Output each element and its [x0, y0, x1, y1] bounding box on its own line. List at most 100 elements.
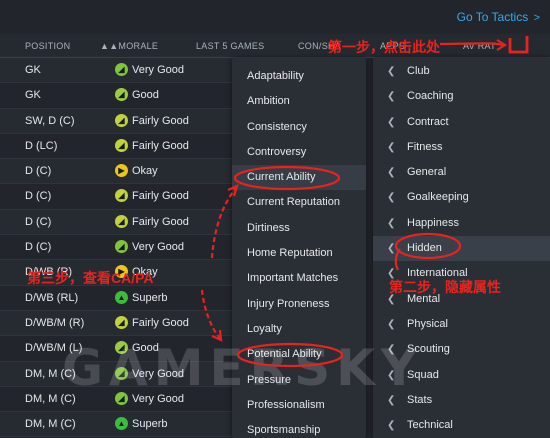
squad-view: Go To Tactics > POSITION ▲▲MORALE LAST 5… — [0, 0, 550, 438]
morale-icon: ◢ — [115, 214, 128, 228]
position-cell: DM, M (C) — [25, 418, 76, 431]
attribute-menu-item-label: Home Reputation — [247, 247, 333, 260]
table-row[interactable]: D/WB (RL) ▲ Superb — [0, 285, 232, 311]
morale-cell: Fairly Good — [132, 114, 189, 127]
table-row[interactable]: DM, M (C) ▲ Superb — [0, 412, 232, 438]
category-menu-item-label: Coaching — [407, 90, 454, 103]
attribute-menu-item[interactable]: Injury Proneness — [232, 292, 366, 317]
attribute-menu-item[interactable]: Current Ability — [232, 165, 366, 191]
position-cell: D (LC) — [25, 139, 58, 152]
attribute-menu-item[interactable]: Consistency — [232, 115, 366, 140]
morale-cell: Good — [132, 89, 159, 102]
morale-cell: Fairly Good — [132, 139, 189, 152]
position-cell: GK — [25, 64, 41, 76]
attribute-menu-item-label: Injury Proneness — [247, 297, 330, 310]
attribute-menu-item[interactable]: Dirtiness — [232, 216, 366, 241]
category-menu-item[interactable]: ❮ Physical — [373, 312, 550, 337]
category-menu-item[interactable]: ❮ Hidden — [373, 236, 550, 262]
category-menu-item-label: Hidden — [407, 242, 442, 255]
chevron-right-icon: > — [533, 12, 540, 24]
category-menu-item-label: Club — [407, 65, 430, 77]
column-header-position[interactable]: POSITION — [25, 41, 70, 51]
category-menu-item-label: Fitness — [407, 140, 443, 153]
attribute-menu-item-label: Ambition — [247, 95, 290, 108]
table-row[interactable]: GK ◢ Very Good — [0, 58, 232, 84]
category-menu-item[interactable]: ❮ Club — [373, 59, 550, 84]
morale-icon: ▲ — [115, 417, 128, 431]
position-cell: SW, D (C) — [25, 114, 75, 127]
chevron-left-icon: ❮ — [387, 420, 396, 432]
table-row[interactable]: D (C) ▶ Okay — [0, 159, 232, 185]
attribute-menu-item[interactable]: Ambition — [232, 89, 366, 114]
attribute-menu-item[interactable]: Important Matches — [232, 266, 366, 291]
position-cell: D (C) — [25, 215, 52, 228]
chevron-left-icon: ❮ — [387, 141, 396, 153]
position-cell: D (C) — [25, 165, 52, 178]
attribute-menu-item-label: Sportsmanship — [247, 424, 321, 437]
step3-annotation: 第三步，查看CA/PA — [27, 270, 154, 286]
category-menu-item[interactable]: ❮ Happiness — [373, 211, 550, 236]
attribute-menu-item-label: Professionalism — [247, 398, 325, 411]
column-header-morale[interactable]: ▲▲MORALE — [100, 41, 158, 51]
morale-cell: Fairly Good — [132, 316, 189, 329]
table-row[interactable]: SW, D (C) ◢ Fairly Good — [0, 108, 232, 134]
category-menu-item-label: Physical — [407, 317, 448, 330]
attribute-menu-item[interactable]: Controversy — [232, 140, 366, 165]
step1-annotation: 第一步，点击此处 — [328, 39, 440, 55]
chevron-left-icon: ❮ — [387, 192, 396, 204]
table-row[interactable]: D (C) ◢ Fairly Good — [0, 209, 232, 236]
watermark: GAMERSKY — [62, 339, 424, 397]
morale-cell: Superb — [132, 291, 168, 304]
chevron-left-icon: ❮ — [387, 91, 396, 103]
morale-cell: Superb — [132, 418, 168, 431]
table-row[interactable]: D (LC) ◢ Fairly Good — [0, 133, 232, 160]
category-menu-item[interactable]: ❮ Goalkeeping — [373, 185, 550, 210]
category-menu-item[interactable]: ❮ General — [373, 160, 550, 185]
attribute-menu-item-label: Adaptability — [247, 70, 304, 82]
table-row[interactable]: D (C) ◢ Fairly Good — [0, 184, 232, 210]
morale-cell: Fairly Good — [132, 215, 189, 228]
chevron-left-icon: ❮ — [387, 66, 396, 77]
morale-icon: ◢ — [115, 138, 128, 152]
attribute-menu-item-label: Controversy — [247, 145, 307, 158]
attribute-menu-item[interactable]: Sportsmanship — [232, 418, 366, 438]
table-row[interactable]: GK ◢ Good — [0, 83, 232, 109]
column-header-av-rat[interactable]: AV RAT — [463, 41, 496, 51]
category-menu-item[interactable]: ❮ Coaching — [373, 84, 550, 109]
attribute-menu-item-label: Current Reputation — [247, 196, 340, 209]
position-cell: D/WB/M (R) — [25, 316, 85, 329]
morale-icon: ◢ — [115, 88, 128, 102]
chevron-left-icon: ❮ — [387, 116, 396, 128]
morale-icon: ▶ — [115, 164, 128, 178]
category-menu-item[interactable]: ❮ Fitness — [373, 135, 550, 160]
attribute-menu-item-label: Dirtiness — [247, 221, 290, 234]
chevron-left-icon: ❮ — [387, 217, 396, 229]
attribute-menu-item[interactable]: Current Reputation — [232, 190, 366, 215]
chevron-left-icon: ❮ — [387, 243, 396, 255]
step2-annotation: 第二步，隐藏属性 — [389, 279, 501, 295]
column-header-last-5-games[interactable]: LAST 5 GAMES — [196, 41, 264, 51]
go-to-tactics-label: Go To Tactics — [456, 10, 529, 24]
attribute-menu-item-label: Consistency — [247, 120, 307, 133]
morale-cell: Very Good — [132, 241, 184, 254]
attribute-menu-item[interactable]: Home Reputation — [232, 241, 366, 266]
column-header-morale-label: MORALE — [118, 41, 159, 51]
morale-cell: Okay — [132, 165, 158, 178]
table-row[interactable]: D/WB/M (R) ◢ Fairly Good — [0, 310, 232, 337]
category-menu-item-label: Goalkeeping — [407, 191, 469, 204]
morale-cell: Fairly Good — [132, 190, 189, 203]
attribute-menu-item[interactable]: Adaptability — [232, 64, 366, 89]
morale-icon: ◢ — [115, 315, 128, 329]
category-menu-item-label: Technical — [407, 419, 453, 432]
attribute-menu-item-label: Important Matches — [247, 272, 339, 285]
category-menu-item[interactable]: ❮ Technical — [373, 413, 550, 438]
morale-icon: ◢ — [115, 113, 128, 127]
morale-icon: ◢ — [115, 189, 128, 203]
go-to-tactics-link[interactable]: Go To Tactics > — [457, 10, 540, 24]
top-bar: Go To Tactics > — [0, 0, 550, 34]
table-row[interactable]: D (C) ◢ Very Good — [0, 235, 232, 261]
sort-indicator-icon: ▲▲ — [100, 41, 119, 51]
position-cell: D (C) — [25, 190, 52, 203]
category-menu-item[interactable]: ❮ Contract — [373, 110, 550, 135]
position-cell: GK — [25, 89, 41, 102]
